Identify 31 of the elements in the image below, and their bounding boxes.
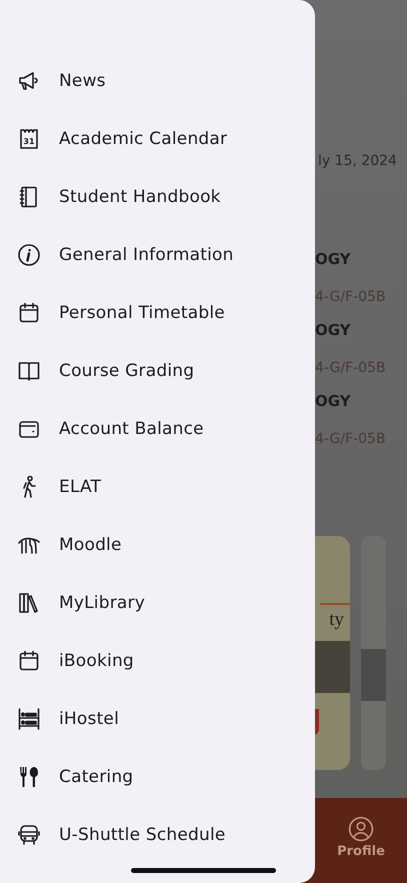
menu-item[interactable]: U-Shuttle Schedule [59, 825, 226, 845]
card-band [361, 649, 386, 701]
menu-item[interactable]: Account Balance [59, 419, 204, 439]
profile-icon [348, 816, 374, 842]
menu-item[interactable]: ELAT [59, 477, 102, 497]
menu-item[interactable]: Academic Calendar [59, 129, 228, 149]
menu-item[interactable]: MyLibrary [59, 593, 145, 613]
bus-icon [17, 823, 41, 847]
menu-item[interactable]: Course Grading [59, 361, 194, 381]
menu-item[interactable]: Catering [59, 767, 134, 787]
menu-item[interactable]: iHostel [59, 709, 120, 729]
menu-item[interactable]: General Information [59, 245, 234, 265]
course-title: OGY [315, 321, 352, 339]
calendar-icon: 31 [17, 127, 41, 151]
menu-item[interactable]: Moodle [59, 535, 122, 555]
menu-item[interactable]: News [59, 71, 106, 91]
menu-item[interactable]: iBooking [59, 651, 134, 671]
course-title: OGY [315, 392, 352, 410]
books-icon [17, 591, 41, 615]
menu-item[interactable]: Personal Timetable [59, 303, 225, 323]
card-title: ty [329, 609, 345, 631]
calendar-icon [17, 301, 41, 325]
course-title: OGY [315, 250, 352, 268]
cutlery-icon [17, 765, 41, 789]
calendar-icon [17, 649, 41, 673]
date-text: ly 15, 2024 [318, 152, 398, 170]
info-icon [17, 243, 41, 267]
menu-item[interactable]: Student Handbook [59, 187, 221, 207]
profile-tab[interactable]: Profile [337, 816, 385, 859]
open-book-icon [17, 359, 41, 383]
bunk-bed-icon [17, 707, 41, 731]
